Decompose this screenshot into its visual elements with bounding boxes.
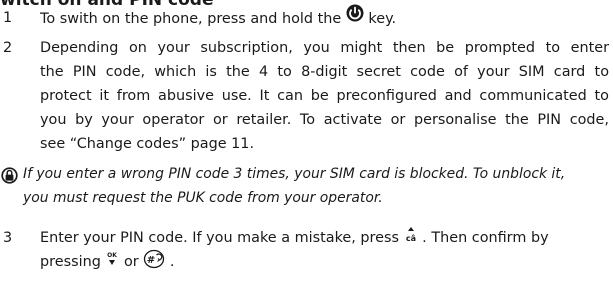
step-number: 1: [3, 10, 13, 26]
step-text: To swith on the phone, press and hold th…: [40, 4, 609, 32]
step-text: Depending on your subscription, you migh…: [40, 36, 609, 156]
step-3-text-c: pressing: [40, 254, 101, 270]
step-2-line-1: Depending on your subscription, you migh…: [40, 40, 609, 56]
warning-icon: [1, 167, 18, 184]
step-1-text-b: key.: [368, 11, 397, 27]
note-line-2: you must request the PUK code from your …: [23, 190, 383, 206]
step-text: Enter your PIN code. If you make a mista…: [40, 226, 609, 274]
step-2-line-4: you by your operator or retailer. To act…: [40, 112, 609, 128]
clear-key-label: câ: [406, 234, 416, 243]
step-2-line-2: the PIN code, which is the 4 to 8-digit …: [40, 64, 609, 80]
step-3-text-a: Enter your PIN code. If you make a mista…: [40, 230, 400, 246]
hash-key-label: #: [147, 255, 155, 266]
power-key-icon: [346, 4, 364, 30]
ok-key-icon: OK: [105, 250, 119, 271]
warning-note: If you enter a wrong PIN code 3 times, y…: [0, 162, 613, 210]
clear-key-icon: câ: [404, 226, 418, 247]
step-3-line-2: pressing OK or # .: [40, 249, 609, 274]
step-1-text-a: To swith on the phone, press and hold th…: [40, 11, 342, 27]
step-3-text-b: . Then confirm by: [422, 230, 549, 246]
step-3-text-d: or: [124, 254, 139, 270]
ok-key-label: OK: [108, 252, 118, 259]
step-2-line-5: see “Change codes” page 11.: [40, 136, 255, 152]
note-line-1: If you enter a wrong PIN code 3 times, y…: [23, 166, 566, 182]
hash-key-icon: #: [143, 249, 165, 272]
step-number: 2: [3, 40, 13, 56]
step-number: 3: [3, 230, 13, 246]
step-2-line-3: protect it from abusive use. It can be p…: [40, 88, 609, 104]
step-3-text-e: .: [169, 254, 175, 270]
step-3-line-1: Enter your PIN code. If you make a mista…: [40, 226, 609, 250]
